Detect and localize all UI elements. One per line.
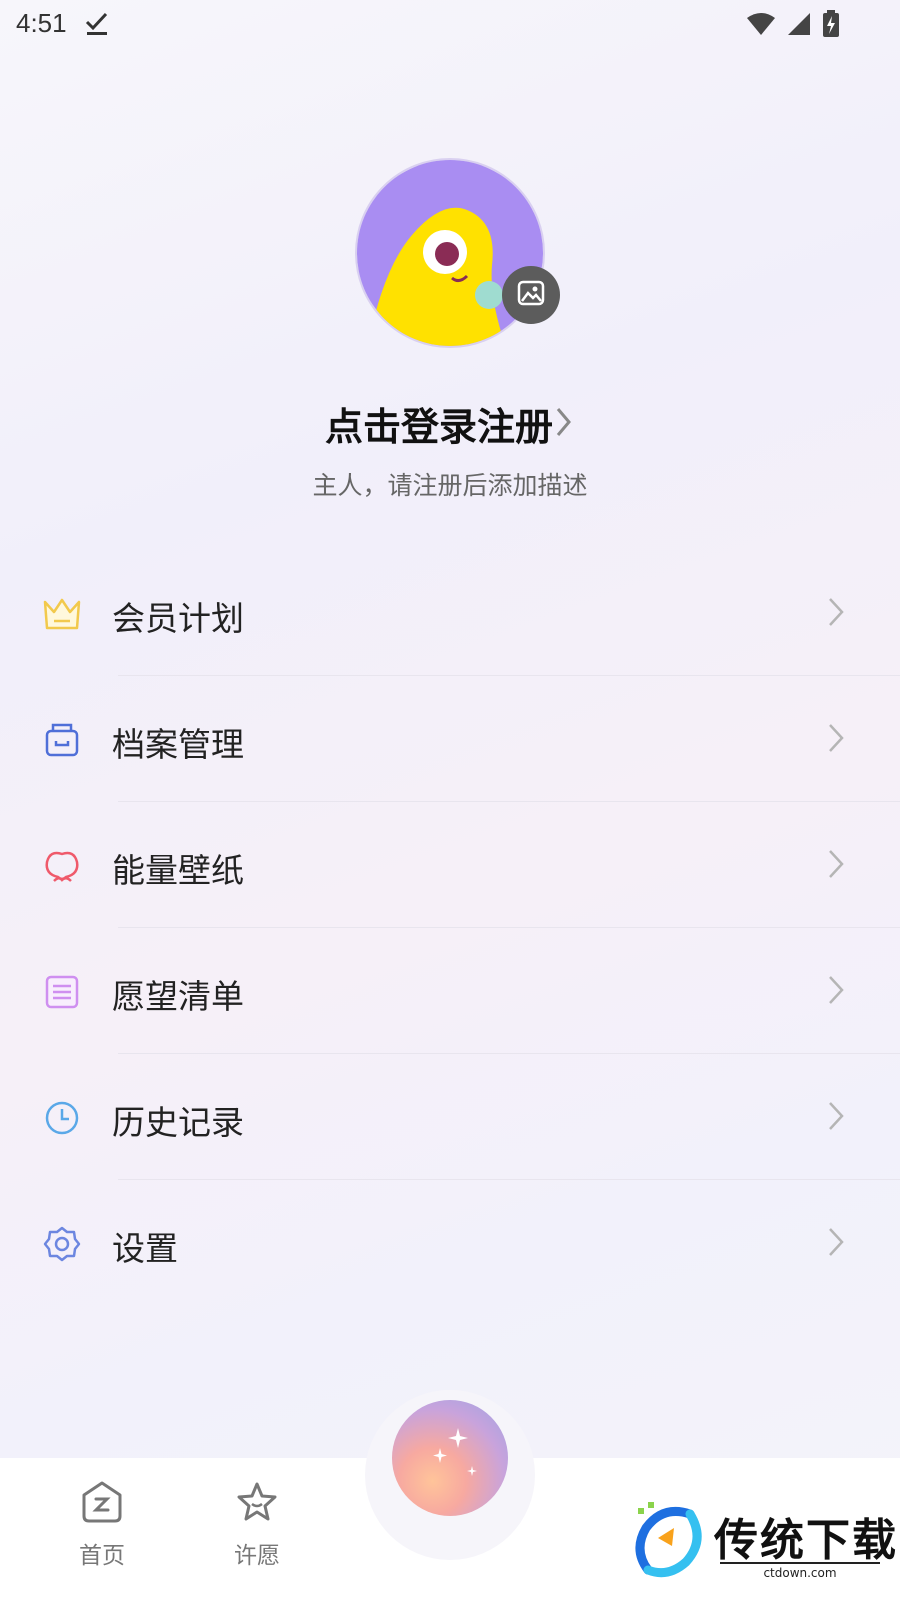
menu-item-history[interactable]: 历史记录: [0, 1054, 900, 1180]
chevron-right-icon: [827, 974, 845, 1010]
tab-wish[interactable]: 许愿: [197, 1480, 317, 1570]
archive-box-icon: [42, 720, 82, 760]
peach-icon: [42, 846, 82, 886]
crown-icon: [42, 594, 82, 634]
watermark-text: 传统下载: [714, 1515, 898, 1566]
menu-list: 会员计划 档案管理 能量壁纸 愿望清单 历史记录 设置: [0, 550, 900, 1306]
menu-item-membership[interactable]: 会员计划: [0, 550, 900, 676]
image-icon: [517, 279, 545, 311]
menu-item-label: 档案管理: [112, 725, 244, 764]
menu-item-label: 能量壁纸: [112, 851, 244, 890]
watermark-url: ctdown.com: [720, 1562, 880, 1580]
tab-label: 许愿: [234, 1543, 280, 1569]
avatar-container[interactable]: [355, 158, 560, 348]
menu-item-wishlist[interactable]: 愿望清单: [0, 928, 900, 1054]
tab-label: 首页: [79, 1543, 125, 1569]
tab-home[interactable]: 首页: [42, 1480, 162, 1570]
menu-item-label: 会员计划: [112, 599, 244, 638]
chevron-right-icon: [827, 1226, 845, 1262]
clock-icon: [42, 1098, 82, 1138]
wifi-icon: [746, 12, 776, 40]
profile-description: 主人，请注册后添加描述: [312, 471, 588, 500]
battery-icon: [822, 10, 840, 42]
menu-item-label: 愿望清单: [112, 977, 244, 1016]
status-icons: [746, 10, 840, 42]
star-icon: [235, 1482, 279, 1528]
gear-icon: [42, 1224, 82, 1264]
chevron-right-icon: [553, 405, 575, 443]
watermark-logo-icon: [628, 1500, 708, 1584]
menu-item-label: 设置: [112, 1229, 178, 1268]
chevron-right-icon: [827, 722, 845, 758]
download-done-icon: [84, 10, 110, 40]
menu-item-settings[interactable]: 设置: [0, 1180, 900, 1306]
menu-item-archive[interactable]: 档案管理: [0, 676, 900, 802]
menu-item-wallpaper[interactable]: 能量壁纸: [0, 802, 900, 928]
chevron-right-icon: [827, 1100, 845, 1136]
status-bar: 4:51: [0, 0, 900, 50]
home-icon: [80, 1481, 124, 1528]
watermark-logo: 传统下载 ctdown.com: [628, 1500, 900, 1600]
sparkle-icon: [392, 1428, 508, 1520]
chevron-right-icon: [827, 848, 845, 884]
login-register-link[interactable]: 点击登录注册: [0, 396, 900, 451]
status-time: 4:51: [16, 8, 67, 38]
chevron-right-icon: [827, 596, 845, 632]
signal-icon: [786, 12, 812, 40]
center-action-button[interactable]: [392, 1400, 508, 1516]
list-icon: [42, 972, 82, 1012]
login-title: 点击登录注册: [324, 405, 553, 449]
menu-item-label: 历史记录: [112, 1103, 244, 1142]
change-avatar-button[interactable]: [502, 266, 560, 324]
